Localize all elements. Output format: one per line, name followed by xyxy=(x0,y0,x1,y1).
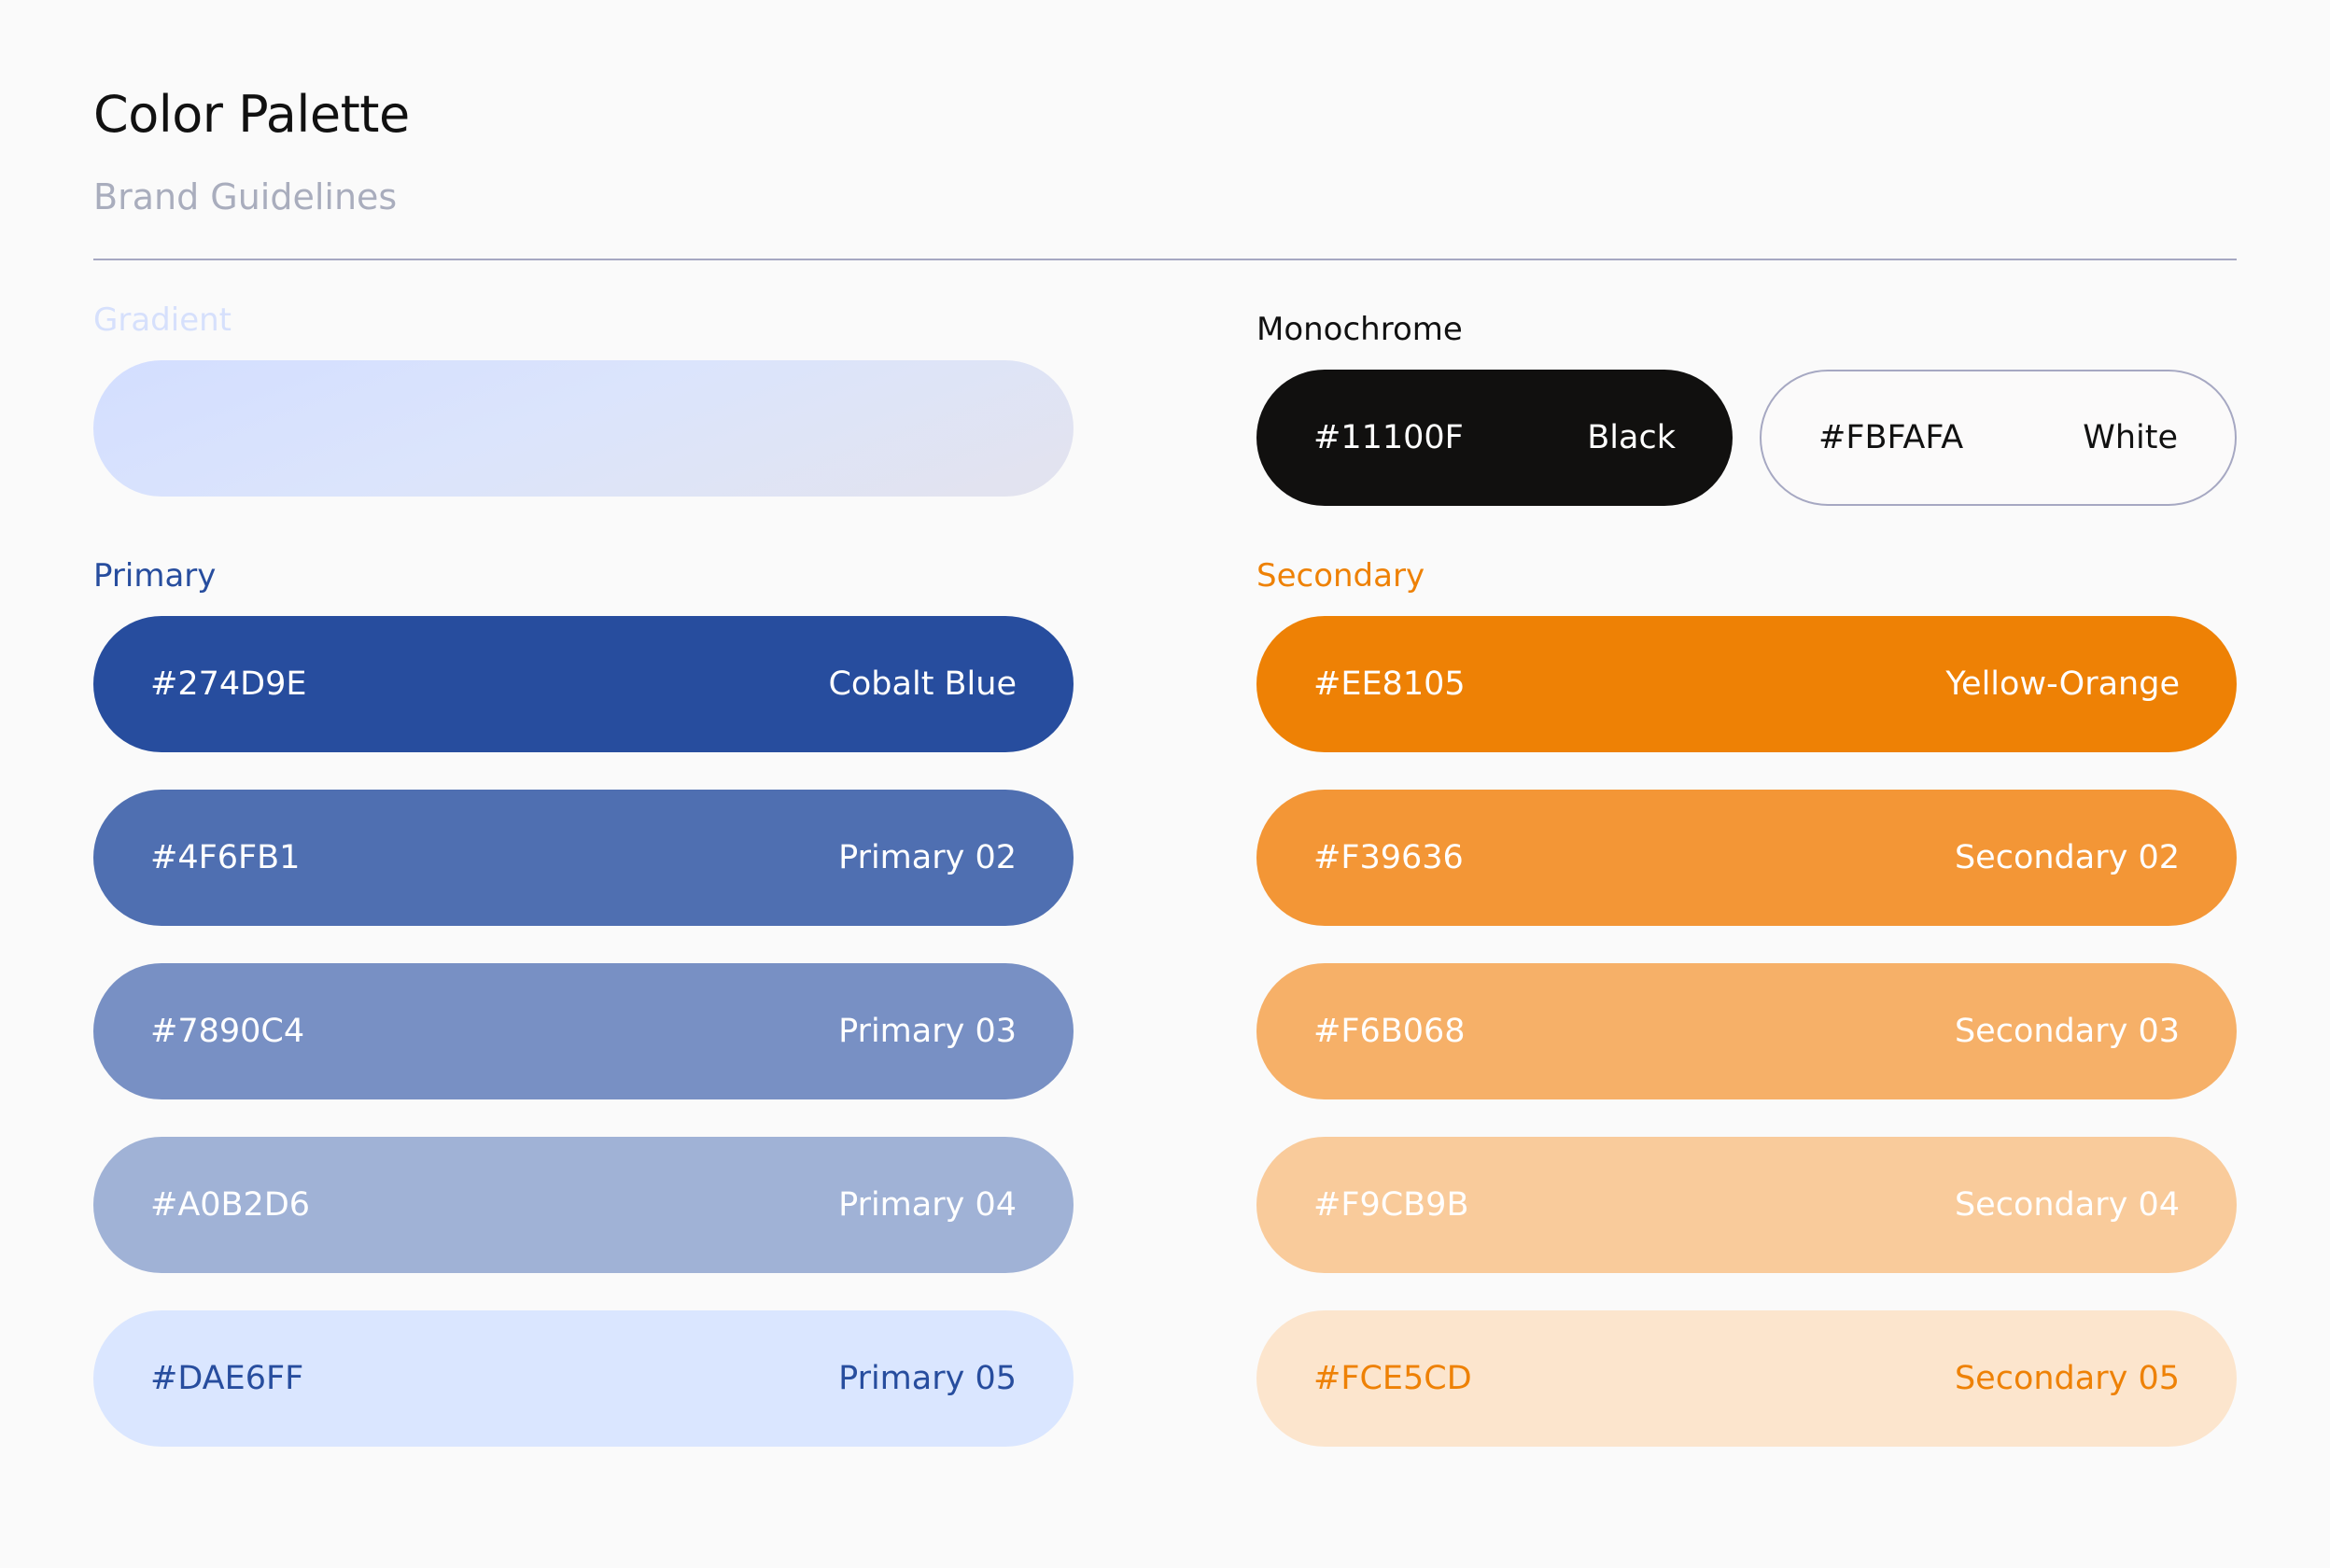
swatch-hex: #4F6FB1 xyxy=(150,838,301,876)
header-divider xyxy=(93,259,2237,260)
swatch-primary-04[interactable]: #A0B2D6 Primary 04 xyxy=(93,1137,1074,1273)
swatch-hex: #EE8105 xyxy=(1313,665,1466,703)
primary-label: Primary xyxy=(93,557,217,595)
swatch-name: Secondary 03 xyxy=(1954,1012,2180,1050)
swatch-hex: #DAE6FF xyxy=(150,1359,304,1397)
swatch-hex: #FCE5CD xyxy=(1313,1359,1472,1397)
swatch-hex: #7890C4 xyxy=(150,1012,305,1050)
swatch-secondary-04[interactable]: #F9CB9B Secondary 04 xyxy=(1256,1137,2237,1273)
secondary-label: Secondary xyxy=(1256,557,1425,595)
swatch-hex: #F39636 xyxy=(1313,838,1464,876)
swatch-hex: #11100F xyxy=(1313,418,1464,456)
swatch-black[interactable]: #11100F Black xyxy=(1256,370,1733,506)
swatch-name: Secondary 02 xyxy=(1954,838,2180,876)
swatch-name: Black xyxy=(1587,418,1676,456)
swatch-name: White xyxy=(2083,418,2178,456)
swatch-hex: #274D9E xyxy=(150,665,307,703)
swatch-name: Cobalt Blue xyxy=(828,665,1017,703)
swatch-hex: #A0B2D6 xyxy=(150,1185,311,1224)
swatch-primary-03[interactable]: #7890C4 Primary 03 xyxy=(93,963,1074,1099)
page-header: Color Palette Brand Guidelines xyxy=(93,85,410,216)
swatch-hex: #F6B068 xyxy=(1313,1012,1466,1050)
swatch-primary-05[interactable]: #DAE6FF Primary 05 xyxy=(93,1310,1074,1447)
swatch-name: Primary 02 xyxy=(838,838,1017,876)
swatch-name: Primary 04 xyxy=(838,1185,1017,1224)
swatch-name: Primary 03 xyxy=(838,1012,1017,1050)
swatch-yellow-orange[interactable]: #EE8105 Yellow-Orange xyxy=(1256,616,2237,752)
swatch-cobalt-blue[interactable]: #274D9E Cobalt Blue xyxy=(93,616,1074,752)
page-subtitle: Brand Guidelines xyxy=(93,176,398,217)
monochrome-label: Monochrome xyxy=(1256,311,1463,348)
swatch-hex: #F9CB9B xyxy=(1313,1185,1469,1224)
swatch-name: Yellow-Orange xyxy=(1945,665,2180,703)
page-title: Color Palette xyxy=(93,85,410,144)
swatch-white[interactable]: #FBFAFA White xyxy=(1760,370,2237,506)
swatch-name: Secondary 04 xyxy=(1954,1185,2180,1224)
swatch-secondary-05[interactable]: #FCE5CD Secondary 05 xyxy=(1256,1310,2237,1447)
swatch-secondary-02[interactable]: #F39636 Secondary 02 xyxy=(1256,790,2237,926)
swatch-primary-02[interactable]: #4F6FB1 Primary 02 xyxy=(93,790,1074,926)
swatch-hex: #FBFAFA xyxy=(1818,418,1964,456)
swatch-name: Secondary 05 xyxy=(1954,1359,2180,1397)
gradient-label: Gradient xyxy=(93,301,232,339)
swatch-name: Primary 05 xyxy=(838,1359,1017,1397)
gradient-swatch[interactable] xyxy=(93,360,1074,497)
swatch-secondary-03[interactable]: #F6B068 Secondary 03 xyxy=(1256,963,2237,1099)
